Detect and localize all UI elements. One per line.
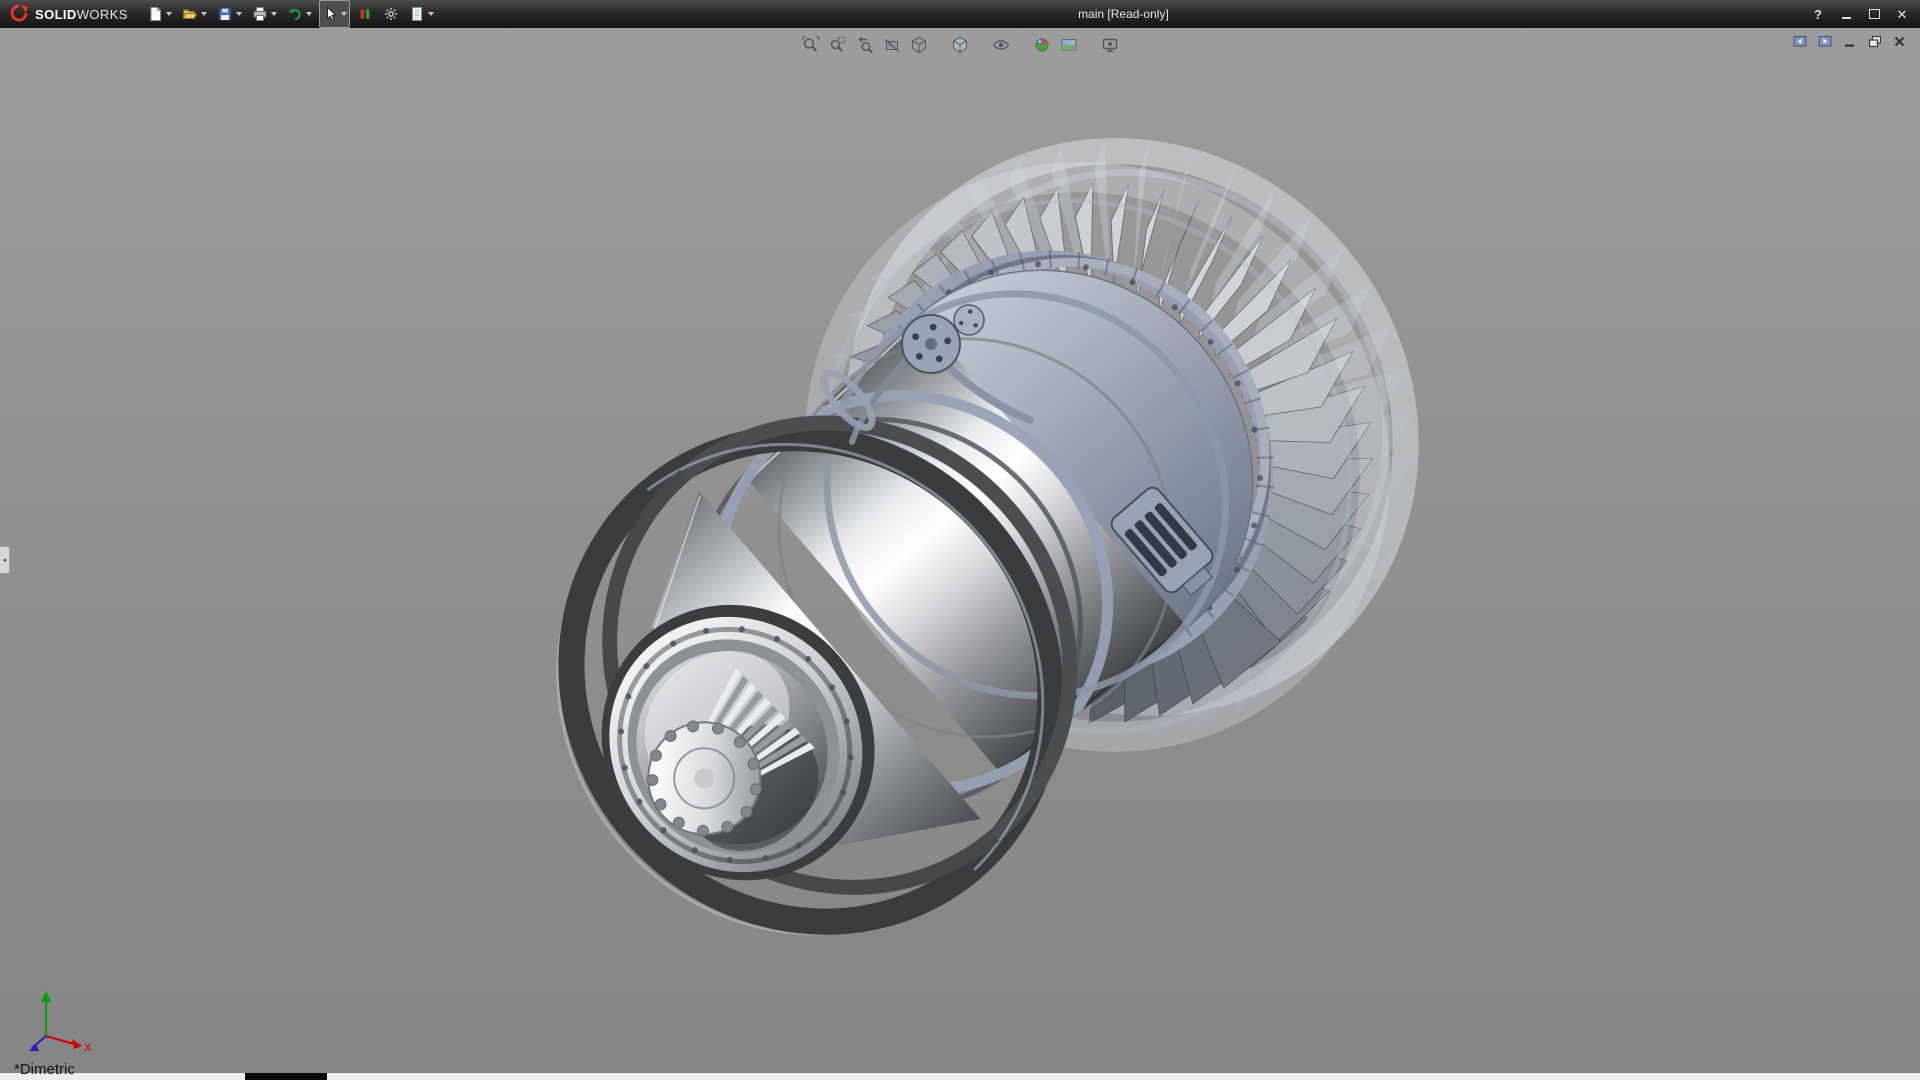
zoom-to-fit-button[interactable]: [798, 33, 823, 57]
brand-light: WORKS: [77, 7, 128, 22]
featuremanager-collapsed-tab[interactable]: ◂: [0, 546, 10, 574]
zoom-to-area-icon: [829, 36, 847, 54]
apply-scene-icon: [1060, 36, 1078, 54]
display-style-button[interactable]: [947, 33, 972, 57]
dropdown-arrow-icon[interactable]: [428, 12, 434, 16]
engine-viewport-canvas[interactable]: [0, 28, 1920, 1080]
tile-right-icon: [1818, 35, 1832, 48]
tile-right-button[interactable]: [1816, 34, 1833, 49]
minimize-button[interactable]: [1838, 6, 1854, 22]
undo-icon: [287, 6, 303, 22]
options-gear-icon: [383, 6, 399, 22]
zoom-to-area-button[interactable]: [825, 33, 850, 57]
reference-triad: X: [16, 986, 96, 1056]
new-document-button[interactable]: [144, 0, 175, 28]
apply-scene-button[interactable]: [1056, 33, 1081, 57]
dropdown-arrow-icon[interactable]: [201, 12, 207, 16]
section-view-button[interactable]: [879, 33, 904, 57]
edit-appearance-icon: [1033, 36, 1051, 54]
select-cursor-icon: [322, 6, 338, 22]
undo-button[interactable]: [284, 0, 315, 28]
save-button[interactable]: [214, 0, 245, 28]
graphics-area[interactable]: ◂ X *Dimetric: [0, 28, 1920, 1080]
hide-show-items-button[interactable]: [988, 33, 1013, 57]
view-orientation-label: *Dimetric: [14, 1061, 75, 1078]
title-bar: SOLIDWORKS: [0, 0, 1920, 28]
maximize-icon: [1869, 9, 1880, 19]
close-button[interactable]: ✕: [1894, 6, 1910, 22]
zoom-to-fit-icon: [802, 36, 820, 54]
engine-3d-model: [458, 28, 1533, 1033]
window-title: main [Read-only]: [437, 7, 1810, 21]
section-view-icon: [883, 36, 901, 54]
new-document-icon: [147, 6, 163, 22]
view-orientation-button[interactable]: [906, 33, 931, 57]
document-minimize-button[interactable]: [1841, 34, 1858, 49]
document-restore-icon: [1868, 35, 1882, 48]
file-properties-icon: [409, 6, 425, 22]
print-button[interactable]: [249, 0, 280, 28]
bottom-strip-segment: [245, 1073, 327, 1080]
document-close-button[interactable]: [1891, 34, 1908, 49]
options-button[interactable]: [380, 0, 402, 28]
previous-view-button[interactable]: [852, 33, 877, 57]
open-folder-icon: [182, 6, 198, 22]
small-flange: [954, 305, 984, 335]
brand-text: SOLIDWORKS: [35, 7, 128, 22]
hide-show-items-icon: [992, 36, 1010, 54]
solidworks-brand: SOLIDWORKS: [8, 4, 128, 24]
dropdown-arrow-icon[interactable]: [271, 12, 277, 16]
dropdown-arrow-icon[interactable]: [236, 12, 242, 16]
window-controls: ? ✕: [1810, 6, 1910, 22]
document-restore-button[interactable]: [1866, 34, 1883, 49]
previous-view-icon: [856, 36, 874, 54]
document-close-icon: [1893, 35, 1906, 48]
rebuild-traffic-icon: [357, 6, 373, 22]
view-settings-icon: [1101, 36, 1119, 54]
triad-x-label: X: [84, 1042, 92, 1054]
tile-left-button[interactable]: [1791, 34, 1808, 49]
open-button[interactable]: [179, 0, 210, 28]
triad-x-axis: [46, 1036, 74, 1044]
print-icon: [252, 6, 268, 22]
dropdown-arrow-icon[interactable]: [166, 12, 172, 16]
file-toolbar: [144, 0, 437, 28]
display-style-icon: [951, 36, 969, 54]
select-tool-button[interactable]: [319, 0, 350, 28]
save-floppy-icon: [217, 6, 233, 22]
view-orientation-icon: [910, 36, 928, 54]
rebuild-button[interactable]: [354, 0, 376, 28]
file-properties-button[interactable]: [406, 0, 437, 28]
dropdown-arrow-icon[interactable]: [306, 12, 312, 16]
document-minimize-icon: [1843, 35, 1856, 48]
tile-left-icon: [1793, 35, 1807, 48]
edit-appearance-button[interactable]: [1029, 33, 1054, 57]
minimize-icon: [1842, 17, 1851, 19]
dassault-3ds-logo: [8, 4, 30, 24]
maximize-button[interactable]: [1866, 6, 1882, 22]
dropdown-arrow-icon[interactable]: [341, 12, 347, 16]
document-window-controls: [1791, 34, 1908, 49]
help-button[interactable]: ?: [1810, 6, 1826, 22]
heads-up-view-toolbar: [798, 33, 1122, 57]
view-settings-button[interactable]: [1097, 33, 1122, 57]
brand-bold: SOLID: [35, 7, 77, 22]
